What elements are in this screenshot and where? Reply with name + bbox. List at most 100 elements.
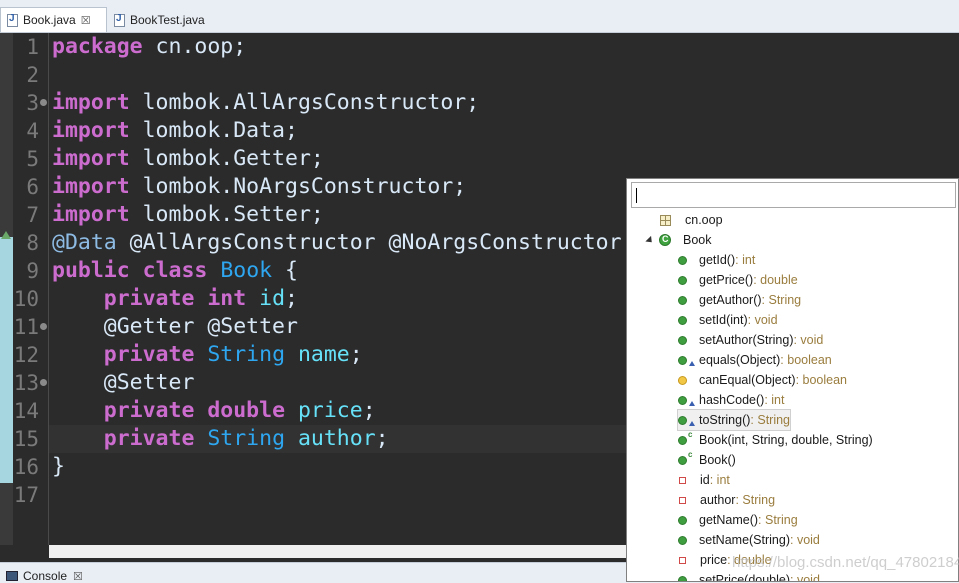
code-line[interactable]: import lombok.Data; <box>52 117 622 145</box>
code-line[interactable]: package cn.oop; <box>52 33 622 61</box>
public-method-icon <box>678 295 687 305</box>
outline-item-package[interactable]: cn.oop <box>660 210 723 230</box>
outline-filter-input[interactable] <box>631 182 956 208</box>
code-line[interactable]: import lombok.Setter; <box>52 201 622 229</box>
gutter-divider <box>48 33 49 545</box>
fold-toggle-icon[interactable] <box>40 323 47 330</box>
outline-item-return-type: : String <box>758 513 798 527</box>
outline-item-name: getAuthor() <box>699 293 762 307</box>
outline-item-method[interactable]: getName() : String <box>678 510 798 530</box>
code-token: id <box>259 286 286 311</box>
outline-item-method[interactable]: toString() : String <box>676 409 792 431</box>
source-code[interactable]: package cn.oop;​import lombok.AllArgsCon… <box>52 33 622 509</box>
outline-item-method[interactable]: getAuthor() : String <box>678 290 801 310</box>
overview-ruler <box>0 33 13 545</box>
code-line[interactable]: import lombok.Getter; <box>52 145 622 173</box>
code-token: lombok.AllArgsConstructor; <box>129 90 480 115</box>
outline-item-name: price <box>700 553 728 567</box>
outline-item-method[interactable]: setName(String) : void <box>678 530 820 550</box>
close-console-icon[interactable]: ☒ <box>73 570 83 583</box>
outline-item-name: setAuthor(String) <box>699 333 794 347</box>
console-icon <box>6 571 18 581</box>
editor-tab-bar: Book.java ☒ BookTest.java <box>0 0 959 33</box>
outline-item-field[interactable]: author : String <box>679 490 775 510</box>
code-line[interactable]: import lombok.NoArgsConstructor; <box>52 173 622 201</box>
code-line[interactable]: private String author; <box>52 425 622 453</box>
code-token: import <box>52 146 130 171</box>
outline-item-name: getId() <box>699 253 736 267</box>
class-icon <box>659 234 671 246</box>
outline-item-class[interactable]: Book <box>645 230 712 250</box>
outline-item-ctor[interactable]: c Book(int, String, double, String) <box>678 430 873 450</box>
tab-console[interactable]: Console ☒ <box>6 569 83 583</box>
constructor-icon <box>678 435 687 445</box>
public-method-icon <box>678 255 687 265</box>
outline-item-method[interactable]: setId(int) : void <box>678 310 778 330</box>
fold-toggle-icon[interactable] <box>40 99 47 106</box>
line-number: 13 <box>13 371 39 395</box>
outline-item-method[interactable]: equals(Object) : boolean <box>678 350 832 370</box>
code-line[interactable]: import lombok.AllArgsConstructor; <box>52 89 622 117</box>
close-tab-icon[interactable]: ☒ <box>81 14 91 27</box>
code-line[interactable]: } <box>52 453 622 481</box>
outline-item-name: equals(Object) <box>699 353 781 367</box>
outline-item-method[interactable]: getId() : int <box>678 250 755 270</box>
public-method-icon <box>678 275 687 285</box>
protected-method-icon <box>678 375 687 385</box>
code-token: private <box>103 426 195 451</box>
outline-item-return-type: : String <box>761 293 802 307</box>
outline-item-method[interactable]: setAuthor(String) : void <box>678 330 823 350</box>
outline-item-method[interactable]: hashCode() : int <box>678 390 784 410</box>
outline-item-return-type: : double <box>753 273 798 287</box>
outline-item-return-type: : String <box>750 413 791 427</box>
outline-item-method[interactable]: setPrice(double) : void <box>678 570 820 581</box>
public-method-icon <box>678 315 687 325</box>
tab-booktest-java[interactable]: BookTest.java <box>110 8 234 32</box>
outline-item-method[interactable]: getPrice() : double <box>678 270 798 290</box>
expand-arrow-icon[interactable] <box>645 235 655 245</box>
code-line[interactable]: private double price; <box>52 397 622 425</box>
code-token: import <box>52 174 130 199</box>
outline-item-return-type: : void <box>793 333 824 347</box>
outline-item-return-type: : int <box>709 473 730 487</box>
outline-item-name: cn.oop <box>685 213 723 227</box>
outline-item-method[interactable]: canEqual(Object) : boolean <box>678 370 847 390</box>
override-icon <box>689 401 695 406</box>
line-number: 16 <box>13 455 39 479</box>
code-line[interactable]: private String name; <box>52 341 622 369</box>
code-token: import <box>52 202 130 227</box>
line-number: 15 <box>13 427 39 451</box>
code-line[interactable]: public class Book { <box>52 257 622 285</box>
outline-item-field[interactable]: id : int <box>679 470 730 490</box>
outline-item-ctor[interactable]: c Book() <box>678 450 736 470</box>
fold-toggle-icon[interactable] <box>40 379 47 386</box>
code-line[interactable]: ​ <box>52 61 622 89</box>
java-file-icon <box>7 13 18 27</box>
horizontal-scrollbar[interactable] <box>49 545 627 558</box>
java-file-icon <box>114 13 125 27</box>
outline-item-return-type: : boolean <box>795 373 848 387</box>
constructor-mark-icon: c <box>688 450 693 459</box>
code-line[interactable]: @Data @AllArgsConstructor @NoArgsConstru… <box>52 229 622 257</box>
code-line[interactable]: ​ <box>52 481 622 509</box>
code-token: ; <box>285 286 298 311</box>
public-method-icon <box>678 575 687 581</box>
code-token: lombok.NoArgsConstructor; <box>129 174 467 199</box>
outline-item-name: setId(int) <box>699 313 748 327</box>
code-line[interactable]: private int id; <box>52 285 622 313</box>
code-token: Book <box>220 258 273 283</box>
outline-item-return-type: : int <box>764 393 785 407</box>
code-line[interactable]: @Getter @Setter <box>52 313 622 341</box>
code-line[interactable]: @Setter <box>52 369 622 397</box>
public-method-icon <box>678 355 687 365</box>
line-number: 8 <box>26 231 39 255</box>
outline-item-return-type: : String <box>735 493 776 507</box>
tab-book-java[interactable]: Book.java ☒ <box>0 7 107 32</box>
